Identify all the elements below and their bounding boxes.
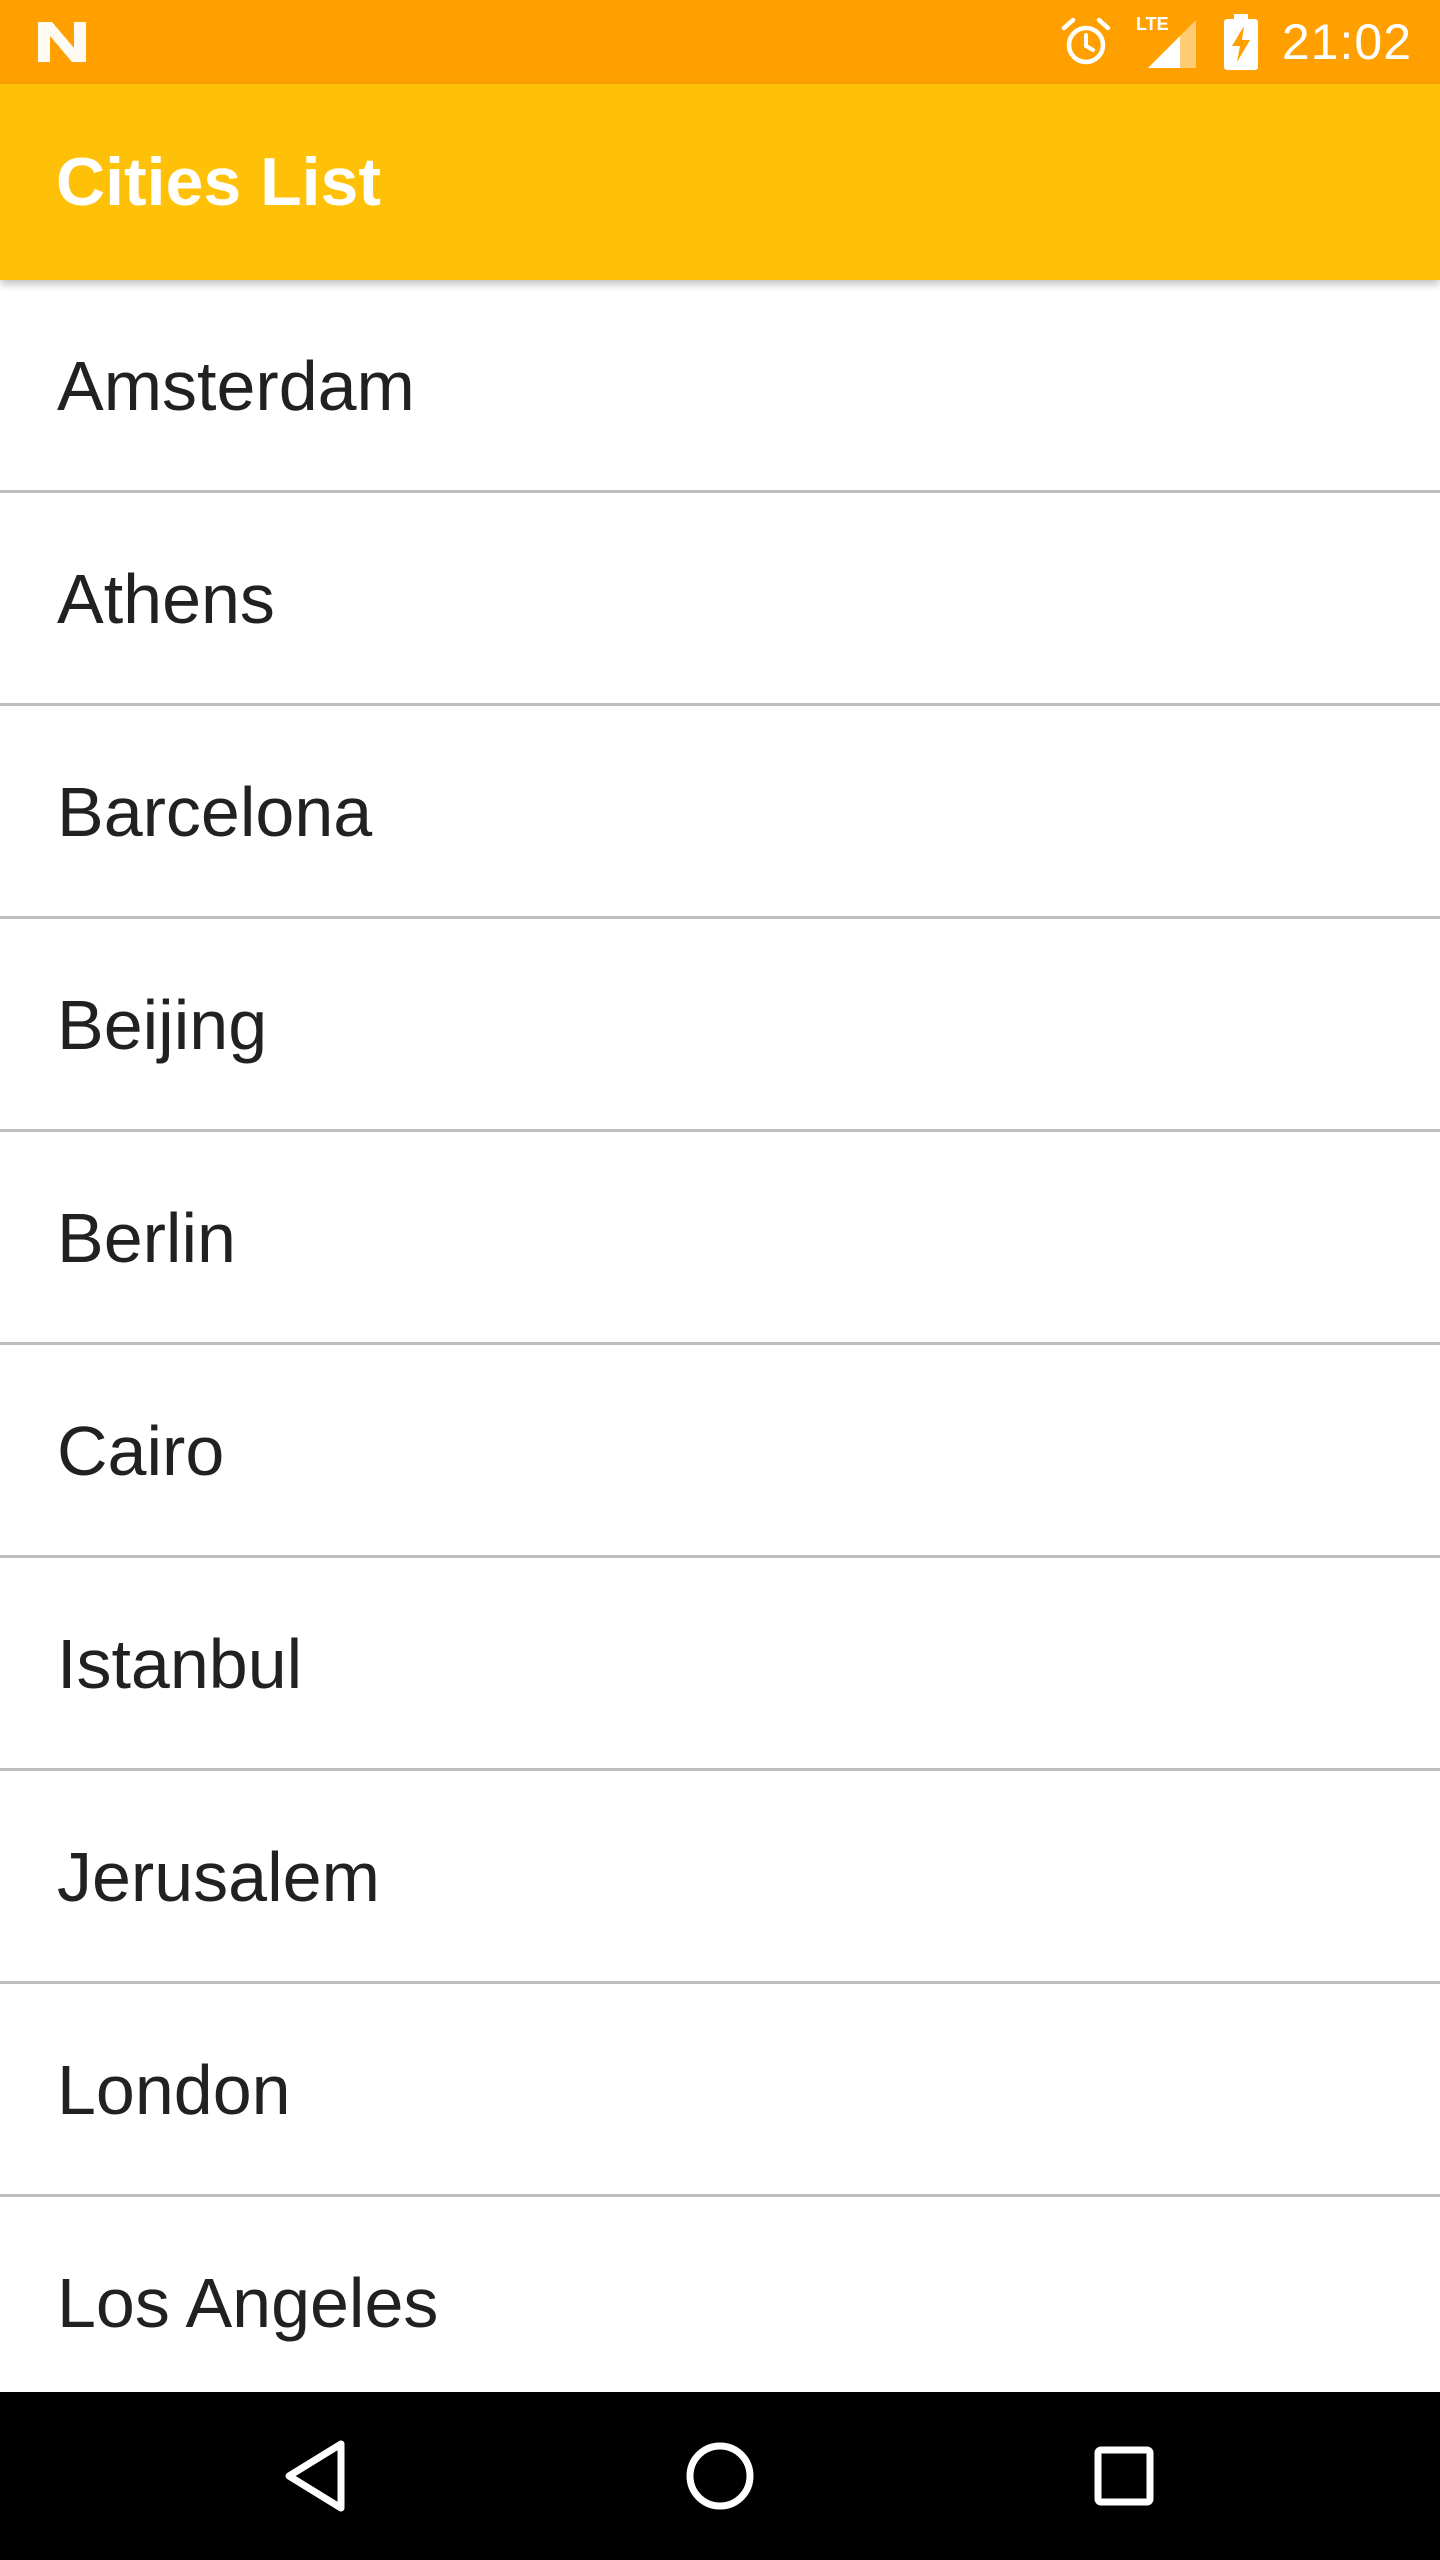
- n-logo-icon: [38, 22, 86, 62]
- list-item[interactable]: London: [0, 1984, 1440, 2197]
- back-icon: [285, 2440, 345, 2512]
- list-item[interactable]: Beijing: [0, 919, 1440, 1132]
- back-button[interactable]: [232, 2392, 400, 2560]
- list-item[interactable]: Amsterdam: [0, 280, 1440, 493]
- list-item-label: Cairo: [57, 1412, 225, 1490]
- navigation-bar: [0, 2392, 1440, 2560]
- recents-button[interactable]: [1040, 2392, 1208, 2560]
- list-item[interactable]: Cairo: [0, 1345, 1440, 1558]
- page-title: Cities List: [56, 144, 381, 220]
- network-type-label: LTE: [1136, 14, 1169, 34]
- list-item[interactable]: Istanbul: [0, 1558, 1440, 1771]
- list-item[interactable]: Jerusalem: [0, 1771, 1440, 1984]
- list-item[interactable]: Los Angeles: [0, 2197, 1440, 2392]
- home-button[interactable]: [636, 2392, 804, 2560]
- recents-icon: [1094, 2446, 1154, 2506]
- list-item-label: Berlin: [57, 1199, 236, 1277]
- list-item-label: Amsterdam: [57, 347, 415, 425]
- list-item[interactable]: Barcelona: [0, 706, 1440, 919]
- list-item-label: Jerusalem: [57, 1838, 380, 1916]
- list-item-label: London: [57, 2051, 291, 2129]
- list-item[interactable]: Berlin: [0, 1132, 1440, 1345]
- list-item-label: Barcelona: [57, 773, 373, 851]
- battery-charging-icon: [1223, 14, 1258, 70]
- cities-list[interactable]: Amsterdam Athens Barcelona Beijing Berli…: [0, 280, 1440, 2392]
- list-item-label: Athens: [57, 560, 275, 638]
- list-item-label: Istanbul: [57, 1625, 303, 1703]
- home-icon: [686, 2442, 754, 2510]
- alarm-icon: [1061, 17, 1111, 65]
- list-item[interactable]: Athens: [0, 493, 1440, 706]
- list-item-label: Beijing: [57, 986, 268, 1064]
- app-bar: Cities List: [0, 84, 1440, 280]
- clock: 21:02: [1281, 14, 1412, 70]
- status-bar: LTE 21:02: [0, 0, 1440, 84]
- list-item-label: Los Angeles: [57, 2264, 439, 2342]
- lte-signal-icon: LTE: [1136, 14, 1196, 68]
- status-icons: LTE 21:02: [1060, 0, 1412, 84]
